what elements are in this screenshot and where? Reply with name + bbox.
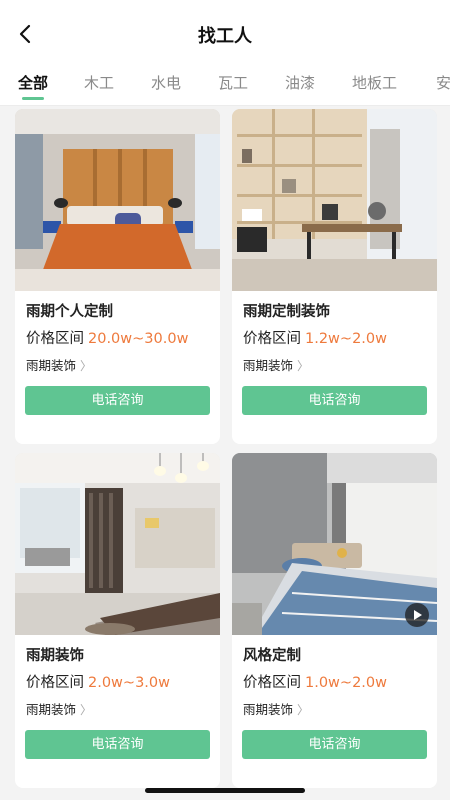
bedroom-photo [232, 453, 437, 635]
shop-link[interactable]: 雨期装饰〉 [243, 355, 309, 374]
page-title: 找工人 [198, 26, 252, 47]
price-value: 2.0w~3.0w [88, 675, 170, 691]
card-title: 雨期装饰 [26, 648, 84, 664]
call-consult-button[interactable]: 电话咨询 [242, 730, 427, 759]
price-range: 价格区间 20.0w~30.0w [26, 327, 188, 348]
top-nav-bar: 找工人 [0, 0, 450, 62]
chevron-right-icon: 〉 [80, 359, 93, 373]
shop-link[interactable]: 雨期装饰〉 [26, 699, 92, 718]
tab-installer-partial[interactable]: 安 [436, 72, 450, 93]
price-range: 价格区间 1.2w~2.0w [243, 327, 387, 348]
tab-tiler[interactable]: 瓦工 [218, 72, 248, 93]
price-label: 价格区间 [26, 675, 84, 691]
price-range: 价格区间 1.0w~2.0w [243, 671, 387, 692]
shop-link[interactable]: 雨期装饰〉 [243, 699, 309, 718]
price-value: 20.0w~30.0w [88, 331, 189, 347]
chevron-right-icon: 〉 [297, 359, 310, 373]
tab-all[interactable]: 全部 [18, 72, 48, 93]
price-label: 价格区间 [243, 675, 301, 691]
price-label: 价格区间 [243, 331, 301, 347]
shop-link[interactable]: 雨期装饰〉 [26, 355, 92, 374]
worker-card[interactable]: 风格定制 价格区间 1.0w~2.0w 雨期装饰〉 电话咨询 [232, 453, 437, 788]
study-room-photo [232, 109, 437, 291]
card-title: 风格定制 [243, 648, 301, 664]
shop-name: 雨期装饰 [243, 702, 294, 717]
bedroom-photo [15, 109, 220, 291]
category-tab-bar[interactable]: 全部 木工 水电 瓦工 油漆 地板工 安 [0, 62, 450, 106]
tab-floor-worker[interactable]: 地板工 [352, 72, 397, 93]
price-range: 价格区间 2.0w~3.0w [26, 671, 170, 692]
worker-card[interactable]: 雨期个人定制 价格区间 20.0w~30.0w 雨期装饰〉 电话咨询 [15, 109, 220, 444]
tab-painter[interactable]: 油漆 [285, 72, 315, 93]
call-consult-button[interactable]: 电话咨询 [25, 730, 210, 759]
home-indicator [145, 788, 305, 793]
worker-card[interactable]: 雨期装饰 价格区间 2.0w~3.0w 雨期装饰〉 电话咨询 [15, 453, 220, 788]
shop-name: 雨期装饰 [243, 358, 294, 373]
shop-name: 雨期装饰 [26, 702, 77, 717]
video-play-icon[interactable] [405, 603, 429, 627]
price-value: 1.0w~2.0w [305, 675, 387, 691]
call-consult-button[interactable]: 电话咨询 [25, 386, 210, 415]
price-label: 价格区间 [26, 331, 84, 347]
call-consult-button[interactable]: 电话咨询 [242, 386, 427, 415]
tab-plumbing-electric[interactable]: 水电 [151, 72, 181, 93]
card-title: 雨期个人定制 [26, 304, 113, 320]
shop-name: 雨期装饰 [26, 358, 77, 373]
price-value: 1.2w~2.0w [305, 331, 387, 347]
worker-card[interactable]: 雨期定制装饰 价格区间 1.2w~2.0w 雨期装饰〉 电话咨询 [232, 109, 437, 444]
chevron-right-icon: 〉 [297, 703, 310, 717]
chevron-right-icon: 〉 [80, 703, 93, 717]
card-title: 雨期定制装饰 [243, 304, 330, 320]
dining-room-photo [15, 453, 220, 635]
tab-carpenter[interactable]: 木工 [84, 72, 114, 93]
active-tab-indicator [22, 97, 44, 100]
